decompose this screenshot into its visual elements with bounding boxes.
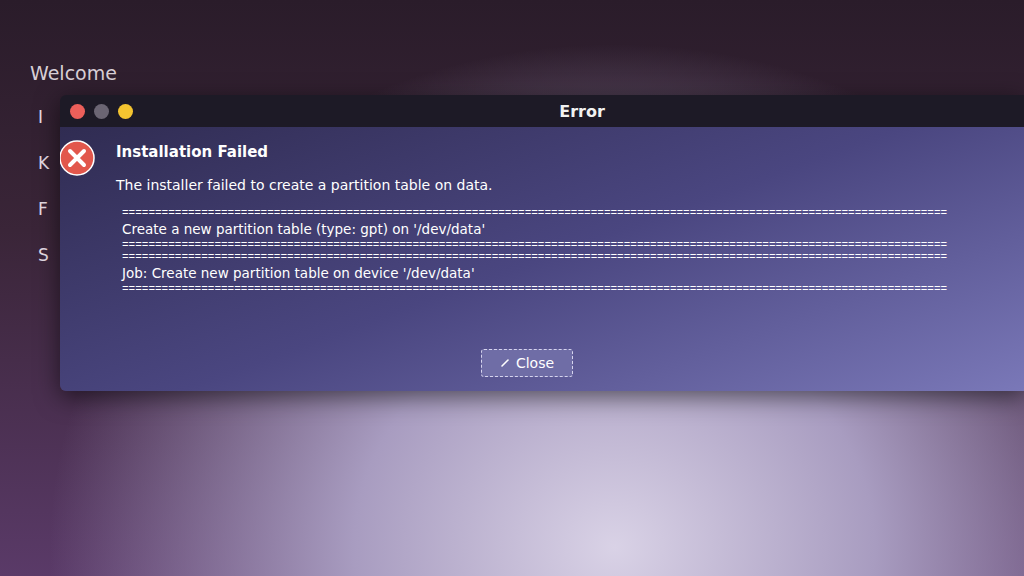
- error-icon: [60, 139, 96, 177]
- desktop: WelcomeIKFSErrorInstallation FailedThe i…: [0, 0, 1024, 576]
- close-button[interactable]: Close: [481, 349, 573, 377]
- title-bar: Error: [60, 95, 1024, 127]
- separator-line: ========================================…: [122, 207, 1024, 219]
- close-icon: [500, 358, 510, 368]
- detail-line: Create a new partition table (type: gpt)…: [122, 219, 1024, 239]
- dialog-header: Installation Failed The installer failed …: [60, 139, 1024, 193]
- error-dialog: Error Installation Failed The installer fa…: [60, 95, 1024, 391]
- sidebar-title: Welcome: [30, 60, 1024, 86]
- separator-line: ========================================…: [122, 251, 1024, 263]
- close-window-button[interactable]: [70, 104, 85, 119]
- dialog-body: Installation Failed The installer failed …: [60, 127, 1024, 391]
- dialog-message: The installer failed to create a partiti…: [116, 177, 493, 193]
- dialog-texts: Installation Failed The installer failed …: [116, 139, 493, 193]
- separator-line: ========================================…: [122, 283, 1024, 295]
- details: ========================================…: [60, 193, 1024, 295]
- dialog-heading: Installation Failed: [116, 143, 493, 161]
- separator-line: ========================================…: [122, 239, 1024, 251]
- maximize-window-button[interactable]: [118, 104, 133, 119]
- detail-line: Job: Create new partition table on devic…: [122, 263, 1024, 283]
- window-title: Error: [479, 102, 605, 121]
- minimize-window-button[interactable]: [94, 104, 109, 119]
- dialog-footer: Close: [60, 295, 1024, 377]
- window-controls: [70, 95, 133, 127]
